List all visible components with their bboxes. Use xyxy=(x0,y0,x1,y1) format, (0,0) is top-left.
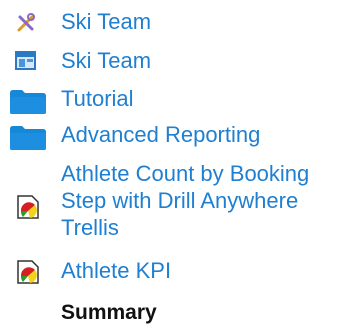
tree-item-label: Ski Team xyxy=(61,48,152,73)
tree-item-tutorial[interactable]: Tutorial xyxy=(0,86,200,116)
navigation-tree: Ski Team Ski Team Tutorial Advanced Repo… xyxy=(0,0,357,331)
tree-item-label: Ski Team xyxy=(61,9,152,34)
folder-icon xyxy=(9,125,47,151)
tree-item-advanced-reporting[interactable]: Advanced Reporting xyxy=(0,122,280,152)
tree-item-athlete-kpi[interactable]: Athlete KPI xyxy=(0,257,200,287)
folder-icon xyxy=(9,89,47,115)
tree-item-athlete-count-report[interactable]: Athlete Count by Booking Step with Drill… xyxy=(0,160,340,250)
report-chart-icon xyxy=(14,259,40,285)
dashboard-window-icon xyxy=(15,51,37,71)
wrench-cross-icon xyxy=(15,12,37,34)
tree-item-label: Advanced Reporting xyxy=(61,122,261,147)
report-chart-icon xyxy=(14,194,40,220)
tree-item-ski-team-1[interactable]: Ski Team xyxy=(0,6,200,36)
tree-item-ski-team-2[interactable]: Ski Team xyxy=(0,45,200,75)
tree-item-label-line-2: Step with Drill Anywhere xyxy=(61,188,299,213)
tree-item-label-line-1: Athlete Count by Booking xyxy=(61,161,310,186)
tree-item-label-current: Summary xyxy=(61,301,157,324)
tree-item-label-line-3: Trellis xyxy=(61,215,119,240)
tree-item-summary: Summary xyxy=(0,299,200,327)
tree-item-label: Athlete KPI xyxy=(61,258,172,283)
tree-item-label: Tutorial xyxy=(61,86,134,111)
